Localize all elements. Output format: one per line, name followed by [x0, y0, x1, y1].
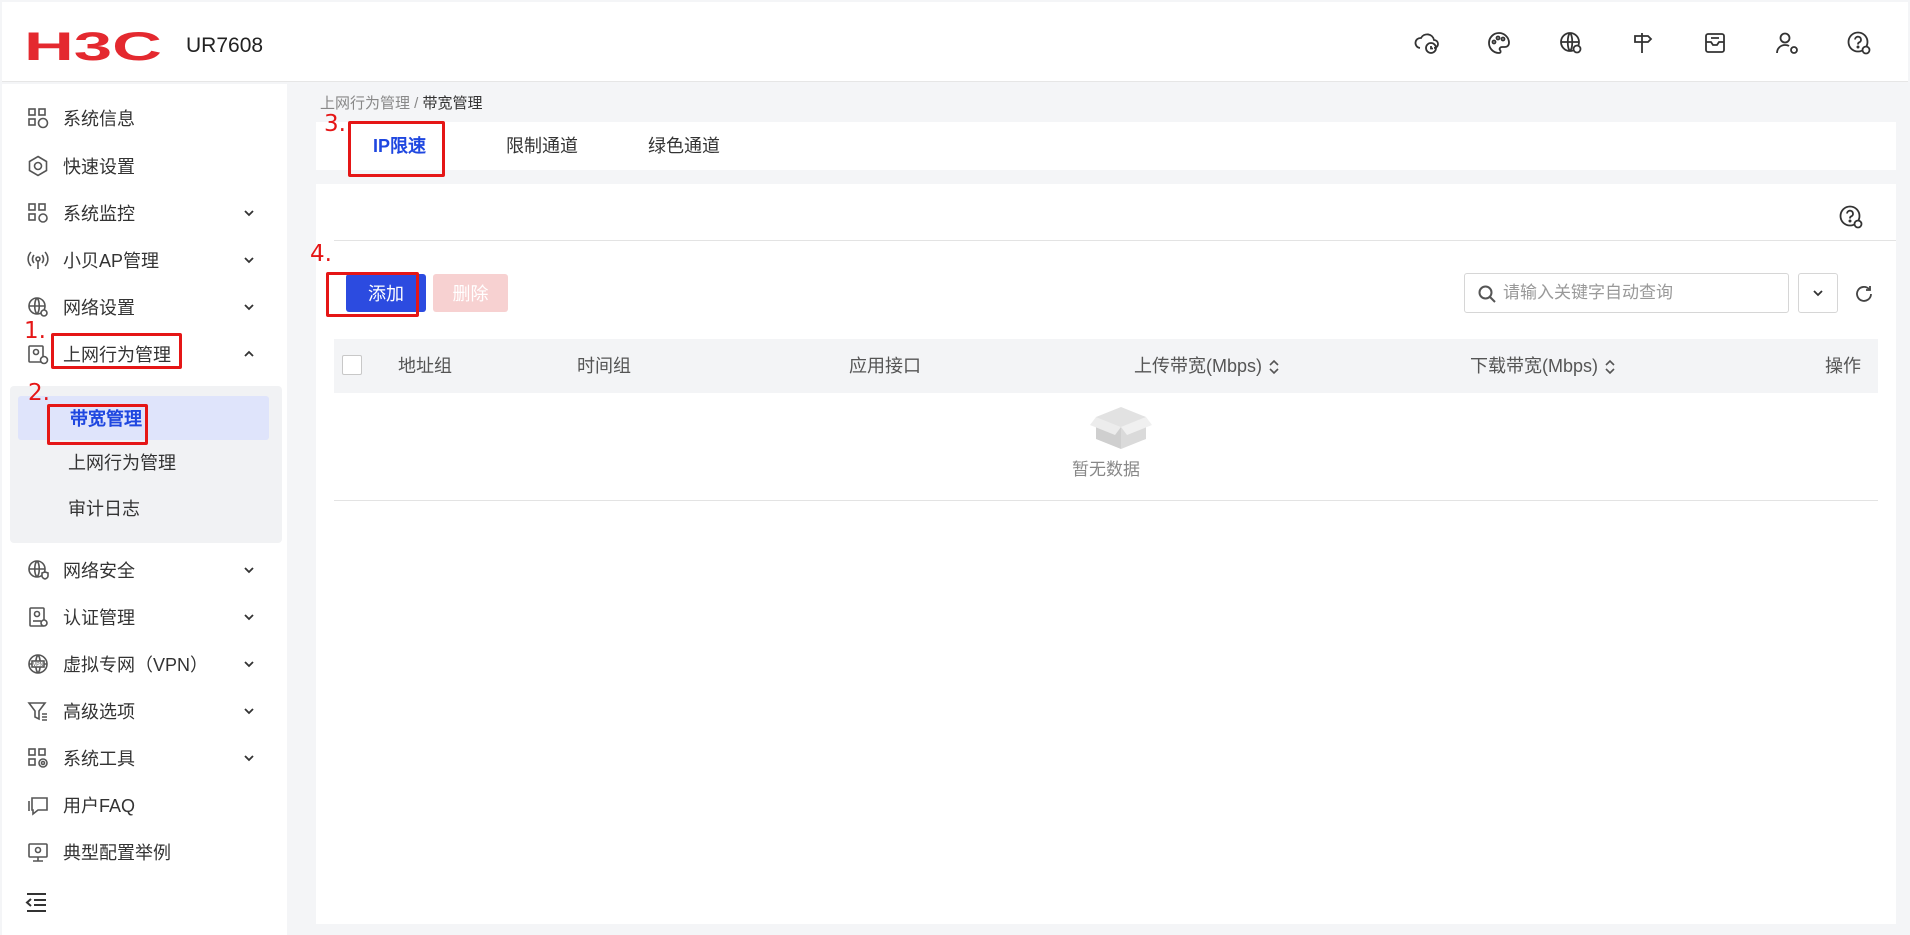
network-settings-icon	[26, 295, 50, 319]
search-box	[1464, 273, 1789, 313]
ap-management-icon	[26, 248, 50, 272]
empty-box-icon	[1090, 407, 1152, 449]
help-settings-icon[interactable]	[1838, 204, 1864, 230]
sort-icon[interactable]	[1604, 358, 1616, 376]
tab-ip-rate-limit[interactable]: IP限速	[373, 122, 426, 170]
svg-text:VPN: VPN	[33, 662, 44, 668]
annotation-number-2: 2.	[28, 380, 50, 406]
vpn-icon: VPN	[26, 652, 50, 676]
select-all-checkbox[interactable]	[342, 355, 362, 375]
sidebar-item-system-info[interactable]: 系统信息	[2, 98, 287, 138]
cloud-clock-icon[interactable]	[1414, 30, 1440, 56]
top-header: H3C UR7608	[2, 2, 1908, 82]
chevron-down-icon	[244, 304, 254, 311]
signpost-icon[interactable]	[1630, 30, 1656, 56]
sidebar-item-config-examples[interactable]: 典型配置举例	[2, 832, 287, 872]
column-app-interface: 应用接口	[849, 356, 921, 376]
sidebar-item-vpn[interactable]: VPN 虚拟专网（VPN）	[2, 644, 287, 684]
chevron-down-icon	[244, 567, 254, 574]
column-actions: 操作	[1825, 356, 1861, 376]
tab-bar: IP限速 限制通道 绿色通道	[316, 122, 1896, 170]
empty-text: 暂无数据	[1072, 460, 1140, 479]
collapse-menu-icon[interactable]	[24, 890, 48, 914]
main-panel: 添加 删除 地址组 时间组 应用接口 上传带宽(Mbps) 下载带宽(Mbps)…	[316, 184, 1896, 924]
chevron-up-icon	[244, 350, 254, 357]
sidebar-item-advanced-options[interactable]: 高级选项	[2, 691, 287, 731]
chevron-down-icon	[244, 755, 254, 762]
system-tools-icon	[26, 746, 50, 770]
annotation-number-4: 4.	[310, 241, 332, 267]
sidebar-item-network-security[interactable]: 网络安全	[2, 550, 287, 590]
divider	[334, 240, 1896, 241]
sidebar: 系统信息 快速设置 系统监控 小贝AP管理 网络设置 上网行为管理 带宽管理 上…	[2, 84, 287, 935]
sidebar-item-auth-management[interactable]: 认证管理	[2, 597, 287, 637]
refresh-icon[interactable]	[1854, 284, 1874, 304]
empty-state: 暂无数据	[334, 393, 1878, 501]
submenu-item-audit-log[interactable]: 审计日志	[18, 486, 269, 530]
system-monitor-icon	[26, 201, 50, 225]
advanced-options-icon	[26, 699, 50, 723]
column-upload-bandwidth[interactable]: 上传带宽(Mbps)	[1134, 339, 1280, 393]
chevron-down-icon	[244, 708, 254, 715]
quick-settings-icon	[26, 154, 50, 178]
table-header: 地址组 时间组 应用接口 上传带宽(Mbps) 下载带宽(Mbps) 操作	[334, 339, 1878, 393]
add-button[interactable]: 添加	[346, 274, 426, 312]
annotation-number-1: 1.	[24, 318, 46, 344]
user-settings-icon[interactable]	[1774, 30, 1800, 56]
column-download-bandwidth[interactable]: 下载带宽(Mbps)	[1470, 339, 1616, 393]
search-input[interactable]	[1503, 280, 1783, 306]
mailbox-icon[interactable]	[1702, 30, 1728, 56]
delete-button[interactable]: 删除	[433, 274, 508, 312]
annotation-number-3: 3.	[324, 111, 346, 137]
tab-green-channel[interactable]: 绿色通道	[648, 122, 720, 170]
sidebar-item-faq[interactable]: 用户FAQ	[2, 785, 287, 825]
chevron-down-icon	[244, 210, 254, 217]
device-model: UR7608	[186, 34, 264, 57]
sidebar-item-system-tools[interactable]: 系统工具	[2, 738, 287, 778]
system-info-icon	[26, 106, 50, 130]
chevron-down-icon	[244, 257, 254, 264]
faq-icon	[26, 793, 50, 817]
breadcrumb-current: 带宽管理	[422, 95, 483, 112]
submenu-item-bandwidth-management[interactable]: 带宽管理	[18, 396, 269, 440]
help-settings-icon[interactable]	[1846, 30, 1872, 56]
auth-management-icon	[26, 605, 50, 629]
submenu-behavior-management: 带宽管理 上网行为管理 审计日志	[10, 386, 282, 543]
sidebar-item-quick-settings[interactable]: 快速设置	[2, 146, 287, 186]
behavior-management-icon	[26, 342, 50, 366]
config-example-icon	[26, 840, 50, 864]
sidebar-item-ap-management[interactable]: 小贝AP管理	[2, 240, 287, 280]
svg-text:H3C: H3C	[24, 28, 162, 62]
chevron-down-icon	[244, 661, 254, 668]
palette-icon[interactable]	[1486, 30, 1512, 56]
submenu-item-behavior-management[interactable]: 上网行为管理	[18, 440, 269, 484]
breadcrumb-parent[interactable]: 上网行为管理	[320, 95, 410, 112]
chevron-down-icon	[1813, 290, 1823, 297]
globe-settings-icon[interactable]	[1558, 30, 1584, 56]
column-address-group: 地址组	[398, 356, 452, 376]
column-time-group: 时间组	[577, 356, 631, 376]
sort-icon[interactable]	[1268, 358, 1280, 376]
chevron-down-icon	[244, 614, 254, 621]
search-icon	[1478, 285, 1496, 303]
h3c-logo: H3C	[24, 28, 162, 62]
network-security-icon	[26, 558, 50, 582]
sidebar-item-system-monitor[interactable]: 系统监控	[2, 193, 287, 233]
breadcrumb: 上网行为管理 / 带宽管理	[320, 95, 483, 112]
filter-dropdown-button[interactable]	[1798, 273, 1838, 313]
tab-limit-channel[interactable]: 限制通道	[506, 122, 578, 170]
